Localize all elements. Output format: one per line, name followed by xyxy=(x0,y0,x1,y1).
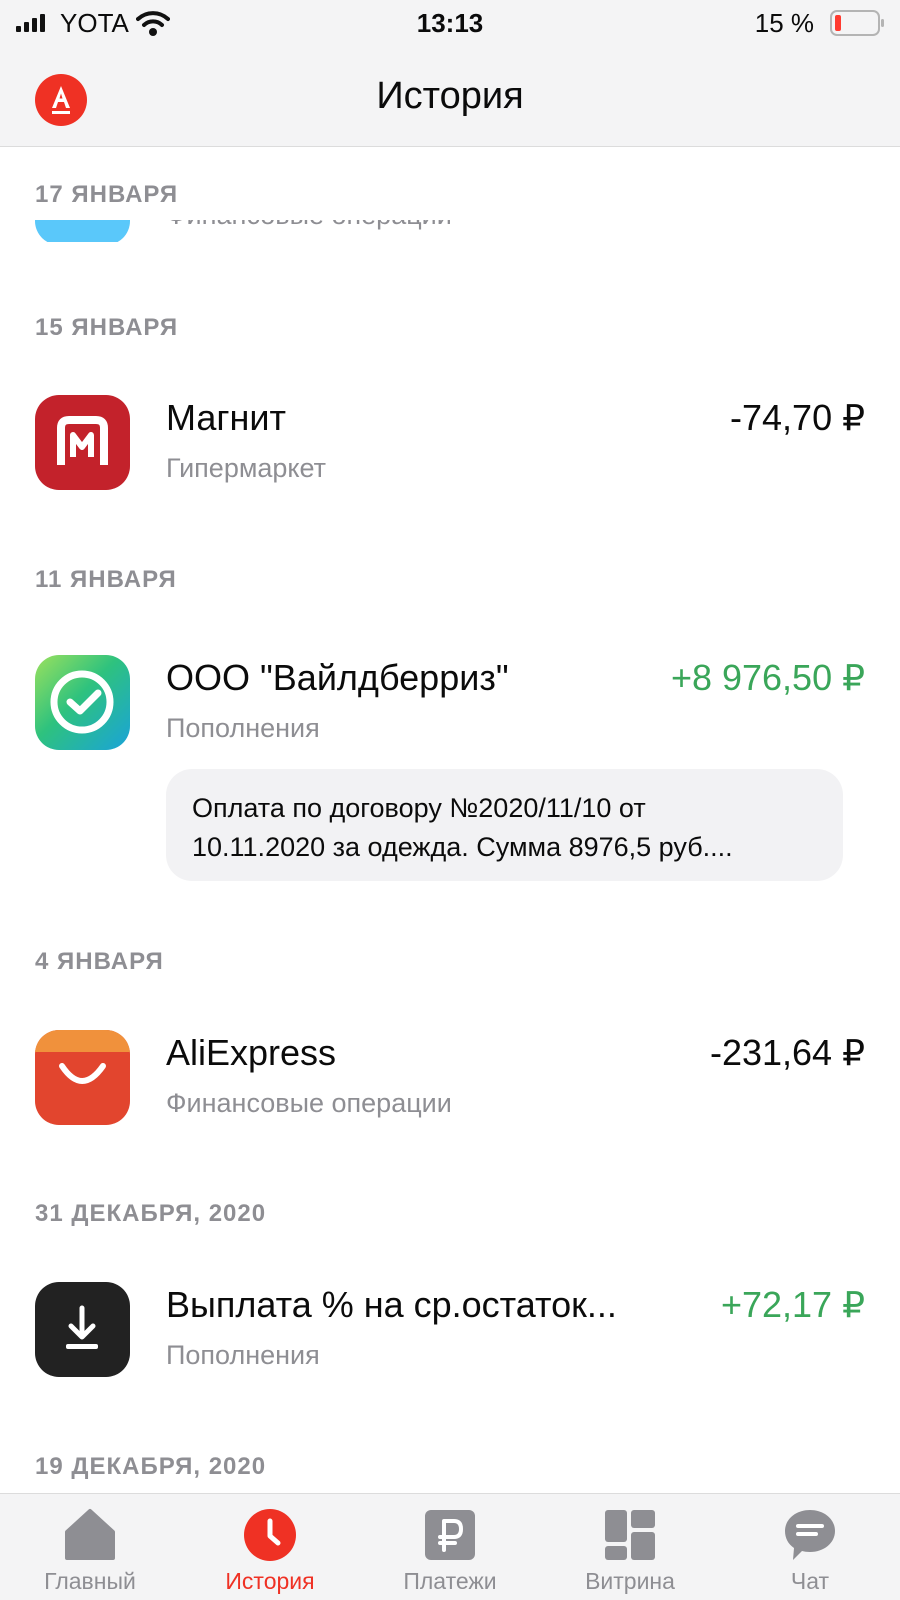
transaction-subtitle: Пополнения xyxy=(166,1340,320,1370)
tab-label: Витрина xyxy=(585,1568,675,1594)
tab-main[interactable]: Главный xyxy=(0,1494,180,1600)
transaction-title: Магнит xyxy=(166,397,287,438)
transaction-subtitle: Финансовые операции xyxy=(166,1088,452,1118)
transaction-amount: -231,64 ₽ xyxy=(709,1032,865,1073)
date-header: 11 ЯНВАРЯ xyxy=(35,566,177,593)
battery-icon xyxy=(830,10,884,36)
transaction-title: AliExpress xyxy=(166,1032,337,1073)
tab-label: Платежи xyxy=(403,1568,497,1594)
ruble-icon xyxy=(425,1510,475,1560)
sbp-checkmark-icon xyxy=(35,655,130,750)
home-icon xyxy=(65,1509,115,1560)
history-list[interactable]: 17 ЯНВАРЯ Финансовые операции 15 ЯНВАРЯ … xyxy=(0,148,900,1493)
tab-label: История xyxy=(225,1568,315,1594)
tab-showcase[interactable]: Витрина xyxy=(540,1494,720,1600)
date-header: 4 ЯНВАРЯ xyxy=(35,948,164,975)
date-header: 19 ДЕКАБРЯ, 2020 xyxy=(35,1453,267,1480)
status-bar: YOTA 13:13 15 % xyxy=(0,0,900,45)
tab-history[interactable]: История xyxy=(180,1494,360,1600)
list-item[interactable]: Выплата % на ср.остаток... Пополнения +7… xyxy=(0,1282,900,1382)
transaction-title: Выплата % на ср.остаток... xyxy=(166,1284,617,1325)
comment-line: 10.11.2020 за одежда. Сумма 8976,5 руб..… xyxy=(192,832,733,862)
list-item[interactable]: Магнит Гипермаркет -74,70 ₽ xyxy=(0,395,900,495)
transaction-amount: +8 976,50 ₽ xyxy=(670,657,865,698)
list-item[interactable]: AliExpress Финансовые операции -231,64 ₽ xyxy=(0,1030,900,1130)
grid-icon xyxy=(605,1510,655,1560)
tab-label: Главный xyxy=(44,1568,136,1594)
battery-percent: 15 % xyxy=(754,8,814,38)
transaction-amount: -74,70 ₽ xyxy=(730,397,865,438)
download-arrow-icon xyxy=(35,1282,130,1377)
app-header: История xyxy=(0,45,900,147)
magnit-logo-icon xyxy=(35,395,130,490)
chat-bubble-icon xyxy=(785,1510,835,1560)
transaction-subtitle: Пополнения xyxy=(166,713,320,743)
tab-payments[interactable]: Платежи xyxy=(360,1494,540,1600)
tab-label: Чат xyxy=(790,1568,830,1594)
comment-line: Оплата по договору №2020/11/10 от xyxy=(192,793,646,823)
list-item[interactable]: ООО "Вайлдберриз" Пополнения +8 976,50 ₽ xyxy=(0,655,900,755)
clock-icon xyxy=(244,1509,296,1561)
tab-chat[interactable]: Чат xyxy=(720,1494,900,1600)
date-header: 31 ДЕКАБРЯ, 2020 xyxy=(35,1200,267,1227)
date-header: 17 ЯНВАРЯ xyxy=(35,181,179,208)
category-icon xyxy=(35,220,130,242)
page-title: История xyxy=(376,75,524,117)
tab-bar: Главный История Платежи Витрина Чат xyxy=(0,1493,900,1600)
aliexpress-bag-icon xyxy=(35,1030,130,1125)
list-item[interactable]: Финансовые операции xyxy=(0,220,900,242)
date-header: 15 ЯНВАРЯ xyxy=(35,314,179,341)
transaction-subtitle: Гипермаркет xyxy=(166,453,327,483)
payment-comment[interactable]: Оплата по договору №2020/11/10 от 10.11.… xyxy=(166,769,843,881)
transaction-title: ООО "Вайлдберриз" xyxy=(166,657,509,698)
transaction-subtitle: Финансовые операции xyxy=(166,220,452,231)
transaction-amount: +72,17 ₽ xyxy=(720,1284,865,1325)
